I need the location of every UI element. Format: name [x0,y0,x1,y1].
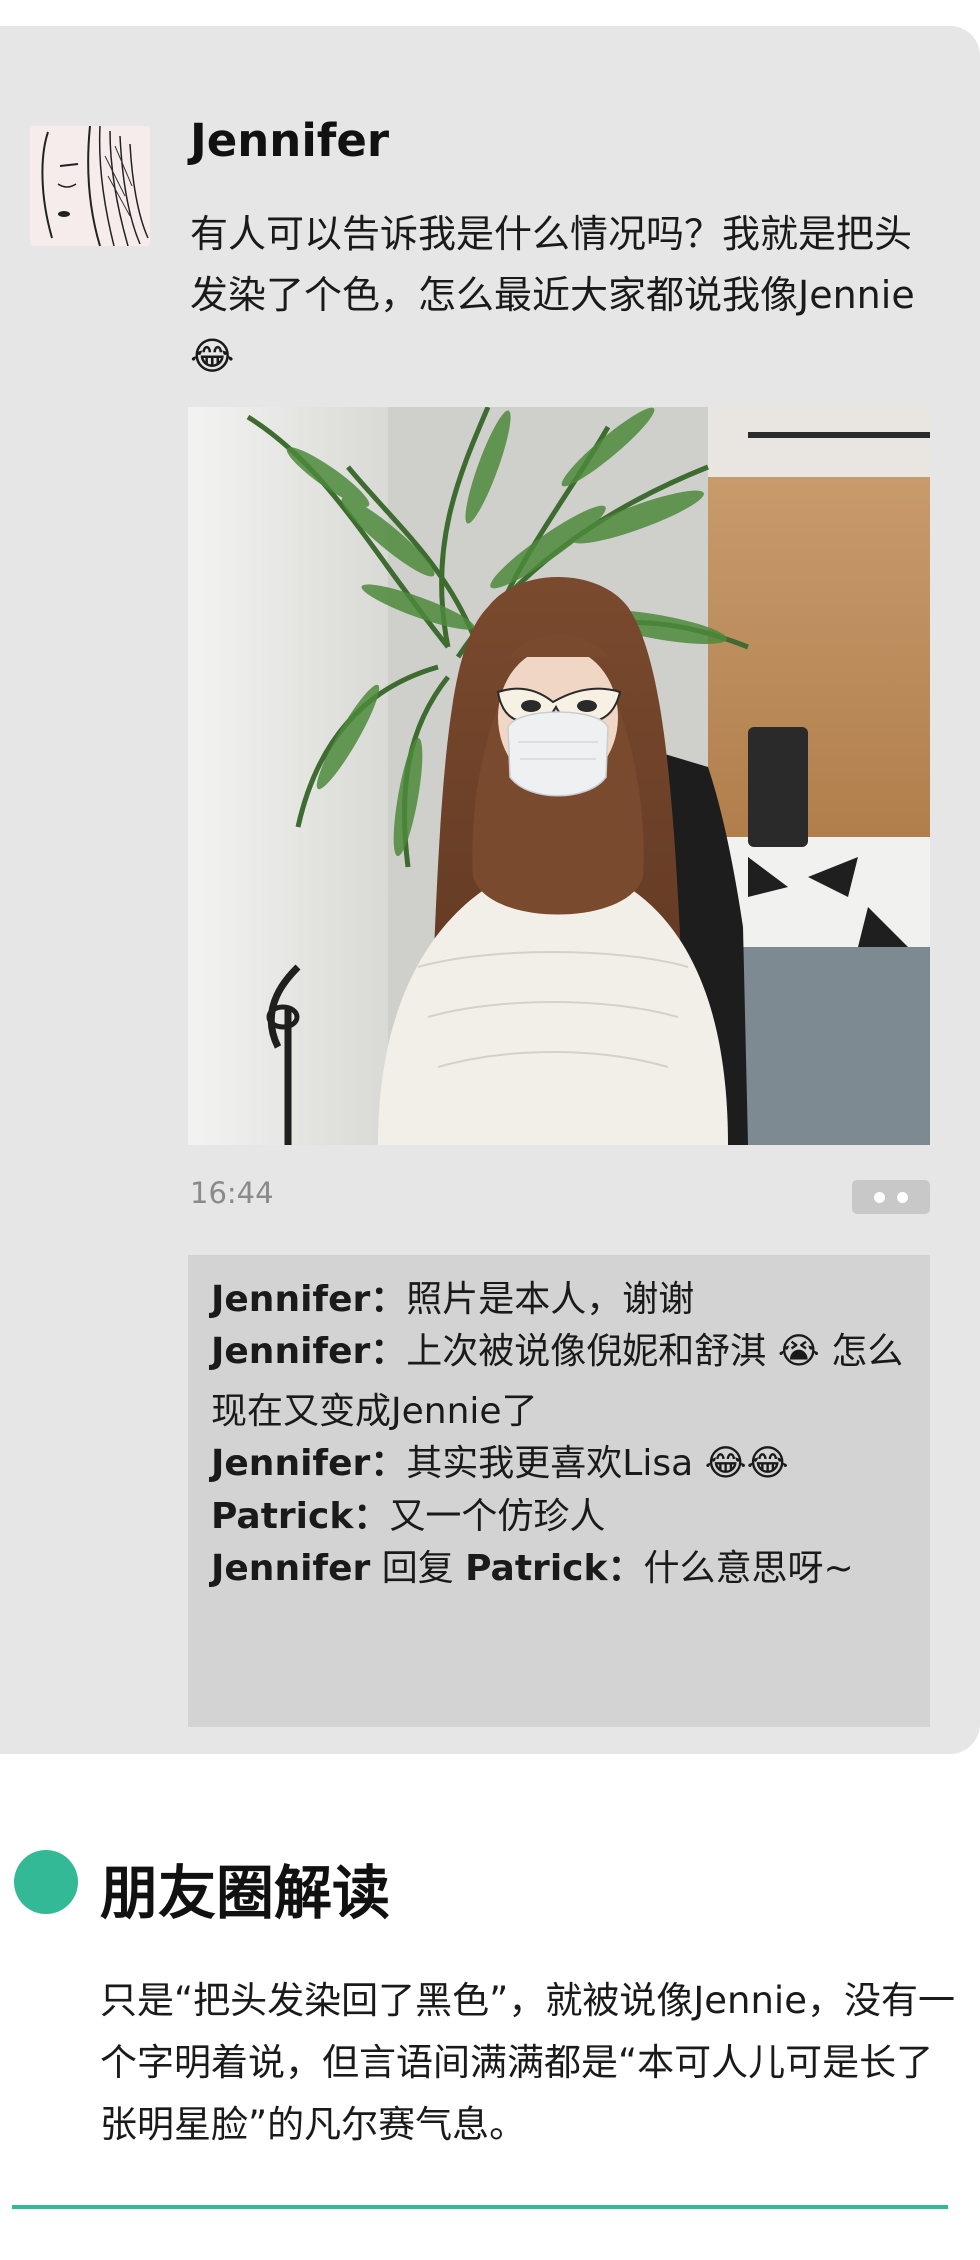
more-dots-icon[interactable] [852,1180,930,1214]
comment-author[interactable]: Jennifer [211,1443,370,1484]
comment-author[interactable]: Jennifer [211,1331,370,1372]
avatar[interactable] [30,126,150,246]
comment-item[interactable]: Patrick：又一个仿珍人 [211,1487,911,1547]
post-timestamp: 16:44 [190,1176,274,1210]
section-title: 朋友圈解读 [100,1859,391,1927]
comment-item[interactable]: Jennifer 回复 Patrick：什么意思呀~ [211,1539,911,1599]
comment-separator: ： [370,1331,407,1372]
post-text: 有人可以告诉我是什么情况吗？我就是把头发染了个色，怎么最近大家都说我像Jenni… [190,212,915,378]
comment-item[interactable]: Jennifer：其实我更喜欢Lisa 😂😂 [211,1434,911,1494]
comment-separator: ： [353,1496,390,1537]
reply-word: 回复 [370,1548,466,1589]
comment-text: 照片是本人，谢谢 [406,1279,695,1320]
comment-author[interactable]: Jennifer [211,1548,370,1589]
comment-text: 又一个仿珍人 [389,1496,606,1537]
section-body: 只是“把头发染回了黑色”，就被说像Jennie，没有一个字明着说，但言语间满满都… [100,1979,955,2146]
comment-separator: ： [370,1443,407,1484]
comment-author[interactable]: Jennifer [211,1279,370,1320]
dot [874,1192,885,1203]
comment-separator: ： [370,1279,407,1320]
comments-panel: Jennifer：照片是本人，谢谢 Jennifer：上次被说像倪妮和舒淇 😭 … [188,1255,930,1727]
comment-text: 什么意思呀~ [643,1548,854,1589]
sketch-face-icon [30,126,150,246]
comment-item[interactable]: Jennifer：照片是本人，谢谢 [211,1270,911,1330]
comment-separator: ： [607,1548,644,1589]
comment-text: 其实我更喜欢Lisa 😂😂 [406,1443,789,1484]
dot [897,1192,908,1203]
comment-reply-target[interactable]: Patrick [465,1548,607,1589]
moments-post-card: Jennifer 有人可以告诉我是什么情况吗？我就是把头发染了个色，怎么最近大家… [0,26,980,1754]
comment-author[interactable]: Patrick [211,1496,353,1537]
comment-item[interactable]: Jennifer：上次被说像倪妮和舒淇 😭 怎么现在又变成Jennie了 [211,1322,911,1442]
post-photo[interactable] [188,407,930,1145]
green-dot-icon [14,1850,78,1914]
divider [12,2205,948,2209]
post-author-name[interactable]: Jennifer [190,114,389,167]
